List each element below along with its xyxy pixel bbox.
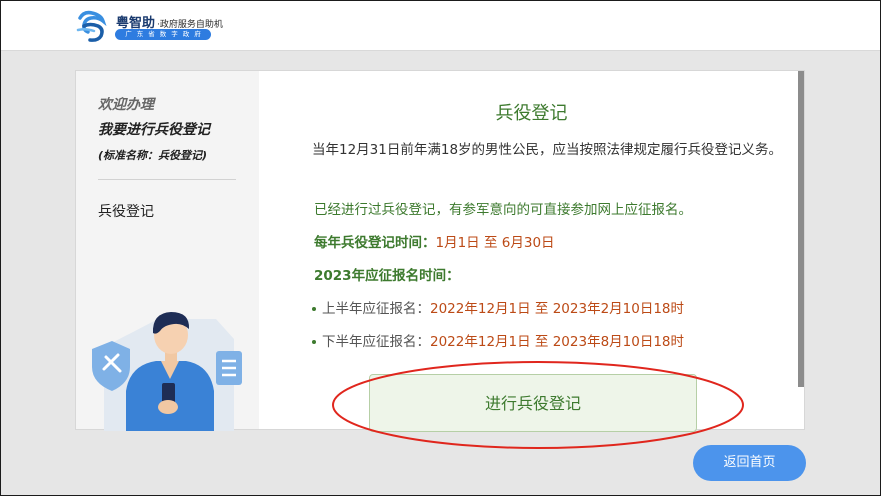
- registration-time-value: 1月1日 至 6月30日: [435, 235, 555, 251]
- content-scrollbar[interactable]: [798, 71, 804, 387]
- back-home-button[interactable]: 返回首页: [693, 445, 806, 481]
- content-area: 兵役登记 当年12月31日前年满18岁的男性公民，应当按照法律规定履行兵役登记义…: [259, 71, 804, 432]
- second-half-label: 下半年应征报名：: [322, 334, 430, 350]
- person-illustration: [92, 312, 242, 431]
- registration-time-label: 每年兵役登记时间：: [314, 235, 436, 251]
- first-half-value: 2022年12月1日 至 2023年2月10日18时: [430, 301, 685, 317]
- header-bar: 粤智助 ·政府服务自助机 广东省数字政府: [1, 1, 880, 51]
- apply-title: 我要进行兵役登记: [98, 122, 210, 138]
- sidebar-item-military-registration[interactable]: 兵役登记: [98, 201, 154, 221]
- sidebar: 欢迎办理 我要进行兵役登记 (标准名称：兵役登记) 兵役登记: [76, 71, 259, 431]
- service-card: 欢迎办理 我要进行兵役登记 (标准名称：兵役登记) 兵役登记 兵役登记 当年12…: [75, 70, 805, 432]
- sidebar-divider: [98, 179, 236, 180]
- start-registration-button[interactable]: 进行兵役登记: [369, 374, 697, 432]
- brand-pill: 广东省数字政府: [115, 29, 211, 40]
- bullet-icon: [312, 307, 316, 311]
- yue-logo-icon: [76, 10, 107, 42]
- registration-note: 已经进行过兵役登记，有参军意向的可直接参加网上应征报名。: [314, 202, 692, 218]
- first-half-label: 上半年应征报名：: [322, 301, 430, 317]
- second-half-value: 2022年12月1日 至 2023年8月10日18时: [430, 334, 685, 350]
- intro-paragraph: 当年12月31日前年满18岁的男性公民，应当按照法律规定履行兵役登记义务。: [312, 142, 783, 158]
- bullet-icon: [312, 340, 316, 344]
- standard-name: (标准名称：兵役登记): [98, 149, 208, 162]
- first-half-row: 上半年应征报名：2022年12月1日 至 2023年2月10日18时: [312, 297, 685, 317]
- content-title: 兵役登记: [495, 103, 568, 124]
- enlist-time-label: 2023年应征报名时间：: [314, 268, 460, 284]
- second-half-row: 下半年应征报名：2022年12月1日 至 2023年8月10日18时: [312, 330, 685, 350]
- welcome-text: 欢迎办理: [98, 97, 154, 113]
- registration-time-row: 每年兵役登记时间：1月1日 至 6月30日: [314, 231, 555, 251]
